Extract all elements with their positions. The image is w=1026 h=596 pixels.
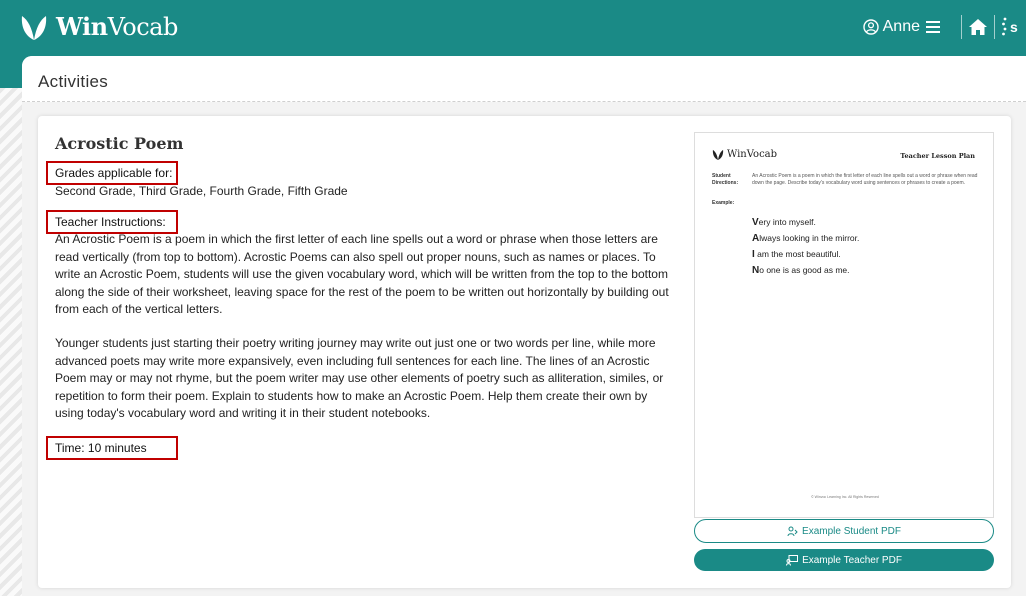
user-name: Anne	[882, 18, 920, 35]
poem-rest: o one is as good as me.	[759, 265, 850, 275]
content-panel: Activities Acrostic Poem Grades applicab…	[22, 56, 1026, 596]
header-divider	[961, 15, 962, 39]
winvocab-logo[interactable]: WinVocab	[20, 12, 178, 41]
user-circle-icon	[862, 19, 879, 35]
winvocab-leaf-icon	[712, 149, 724, 160]
header-divider-2	[994, 15, 995, 39]
poem-rest: ery into myself.	[758, 217, 816, 227]
student-pdf-icon	[787, 526, 798, 536]
poem-initial: V	[752, 217, 759, 228]
preview-poem-line: Very into myself.	[752, 217, 816, 228]
left-decorative-strip	[0, 88, 22, 596]
instructions-paragraph-2: Younger students just starting their poe…	[55, 336, 664, 420]
s-brand-icon: s	[1002, 17, 1018, 36]
logo-text: WinVocab	[56, 12, 178, 41]
activity-card: Acrostic Poem Grades applicable for: Sec…	[38, 116, 1011, 588]
preview-poem-line: Always looking in the mirror.	[752, 233, 859, 244]
poem-rest: lways looking in the mirror.	[759, 233, 860, 243]
preview-logo-text: WinVocab	[727, 149, 778, 160]
student-pdf-label: Example Student PDF	[802, 525, 901, 537]
home-icon	[969, 19, 987, 35]
svg-text:s: s	[1010, 19, 1018, 35]
preview-example-label: Example:	[712, 200, 735, 206]
poem-rest: am the most beautiful.	[754, 249, 841, 259]
teacher-board-icon	[786, 554, 799, 566]
preview-directions: An Acrostic Poem is a poem in which the …	[752, 173, 978, 186]
top-navbar: WinVocab Anne s	[0, 0, 1026, 58]
grades-value: Second Grade, Third Grade, Fourth Grade,…	[55, 184, 348, 198]
lesson-plan-preview[interactable]: WinVocab Teacher Lesson Plan Student Dir…	[694, 132, 994, 518]
instructions-paragraph-1: An Acrostic Poem is a poem in which the …	[55, 232, 669, 316]
logo-regular-text: Vocab	[107, 13, 179, 41]
preview-poem-line: No one is as good as me.	[752, 265, 850, 276]
s-brand-button[interactable]: s	[1002, 15, 1022, 39]
winvocab-leaf-icon	[21, 15, 47, 40]
preview-poem-line: I am the most beautiful.	[752, 249, 841, 260]
example-student-pdf-button[interactable]: Example Student PDF	[694, 519, 994, 543]
preview-copyright: © Winvoc Learning Inc. All Rights Reserv…	[811, 495, 879, 499]
preview-heading: Teacher Lesson Plan	[900, 152, 975, 160]
grades-label: Grades applicable for:	[46, 161, 178, 185]
preview-logo: WinVocab	[712, 149, 777, 160]
page-title: Activities	[38, 72, 109, 91]
example-teacher-pdf-button[interactable]: Example Teacher PDF	[694, 549, 994, 571]
time-label: Time: 10 minutes	[46, 436, 178, 460]
panel-header: Activities	[22, 56, 1026, 102]
hamburger-menu-icon[interactable]	[926, 21, 940, 33]
teacher-pdf-label: Example Teacher PDF	[802, 554, 902, 566]
logo-bold-text: Win	[56, 12, 108, 41]
header-actions: Anne s	[862, 13, 1026, 41]
preview-directions-label-1: Student	[712, 173, 731, 179]
home-button[interactable]	[969, 19, 987, 35]
user-menu[interactable]: Anne	[862, 18, 920, 36]
activity-title: Acrostic Poem	[55, 134, 184, 153]
preview-directions-label-2: Directions:	[712, 180, 739, 186]
